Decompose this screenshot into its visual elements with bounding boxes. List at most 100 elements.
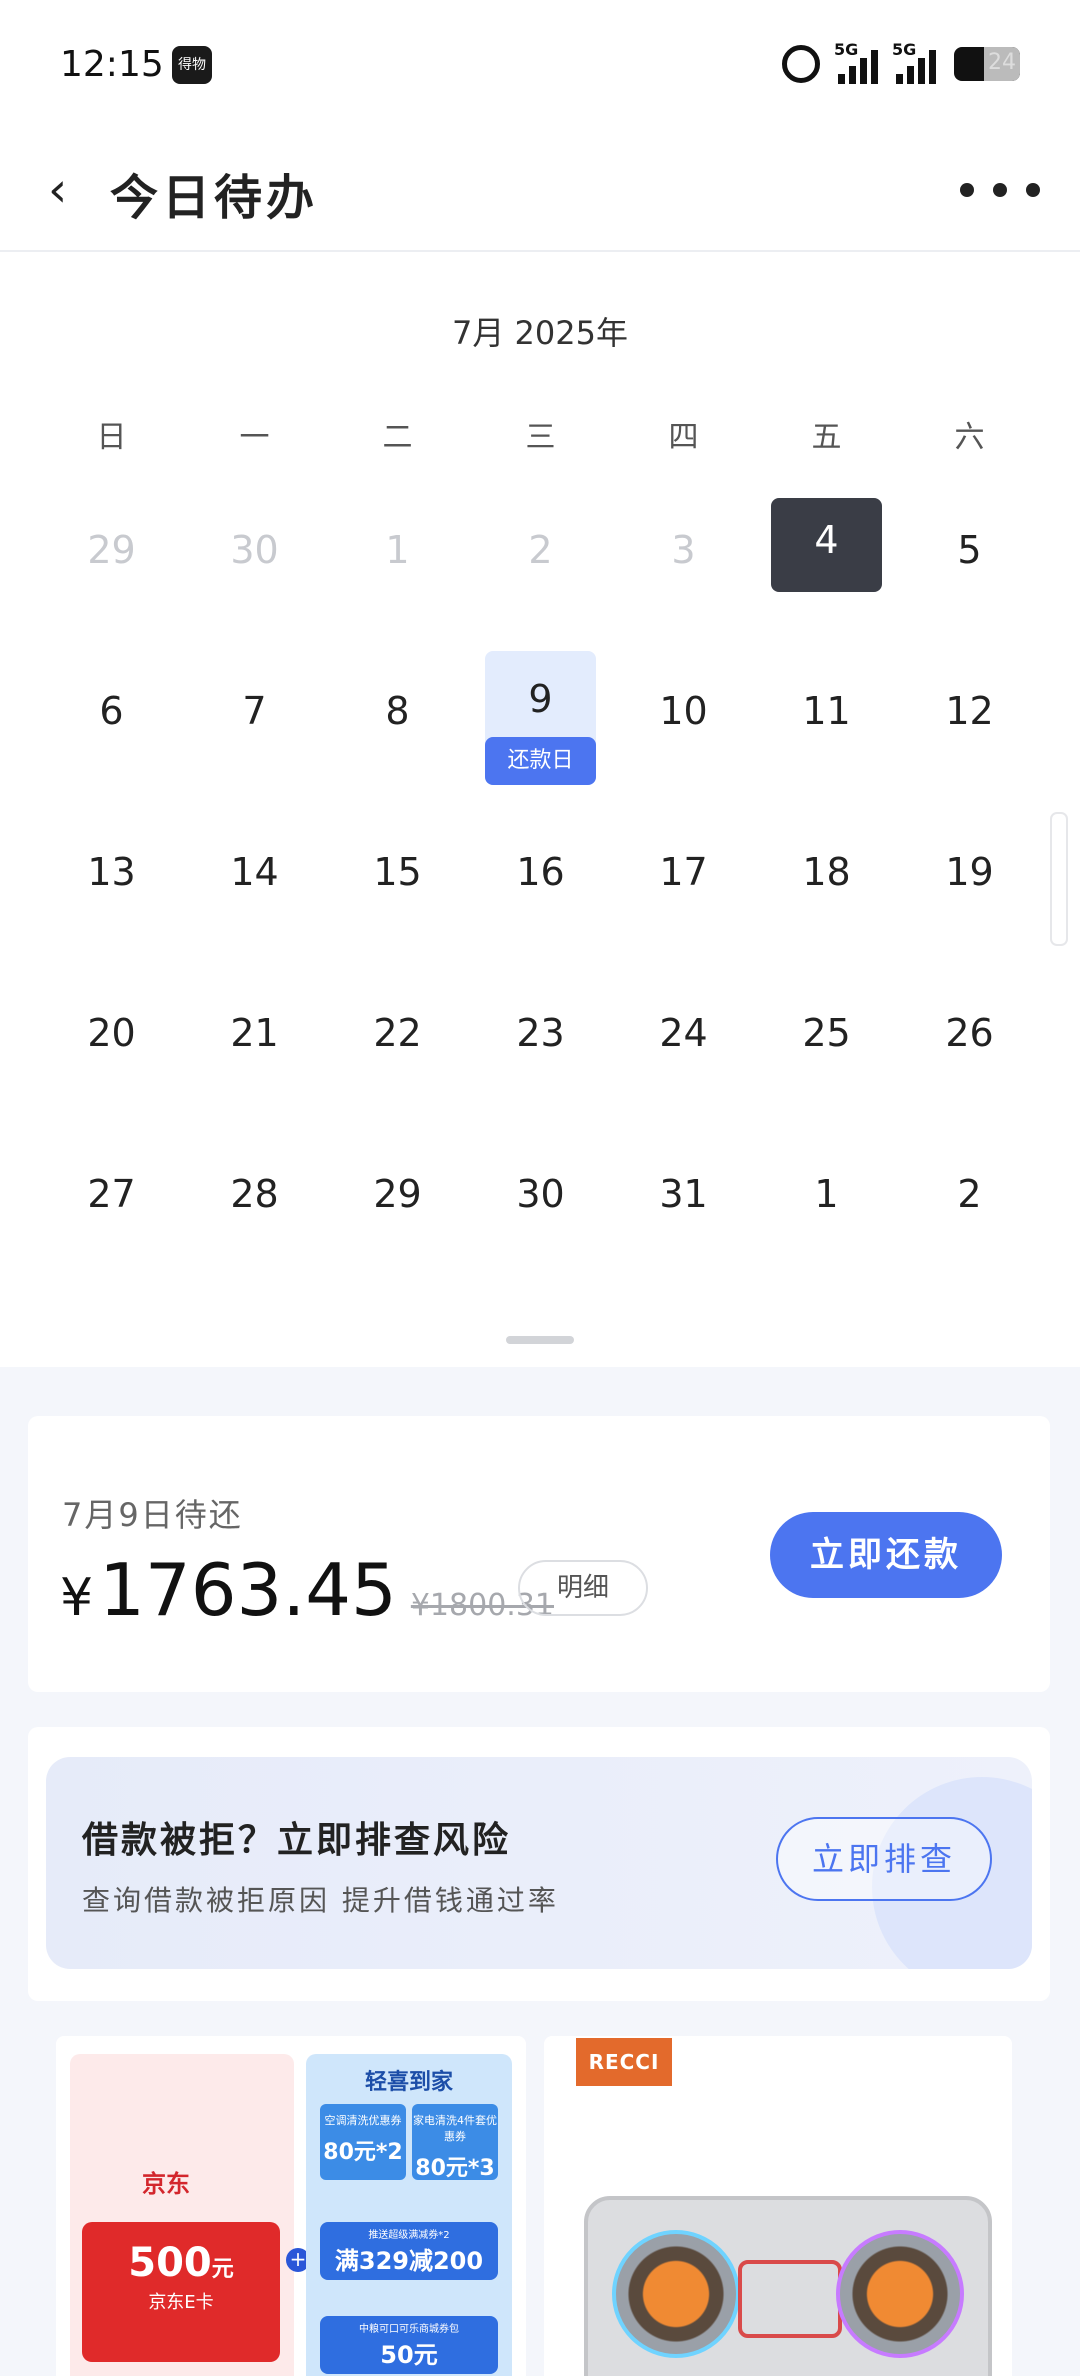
day-number: 7 <box>242 689 267 733</box>
calendar-day[interactable]: 13 <box>40 814 183 975</box>
calendar-day[interactable]: 22 <box>326 975 469 1136</box>
back-arrow-icon[interactable]: ‹ <box>48 162 88 218</box>
weekday-label: 四 <box>668 420 699 455</box>
calendar-day[interactable]: 23 <box>469 975 612 1136</box>
calendar-day[interactable]: 17 <box>612 814 755 975</box>
calendar-day[interactable]: 29 <box>40 492 183 653</box>
sheet-drag-handle[interactable] <box>506 1336 574 1344</box>
day-number: 8 <box>385 689 410 733</box>
day-number: 19 <box>945 850 994 894</box>
calendar-day[interactable]: 10 <box>612 653 755 814</box>
day-number: 24 <box>659 1011 708 1055</box>
calendar-day[interactable]: 7 <box>183 653 326 814</box>
calendar-day[interactable]: 27 <box>40 1136 183 1297</box>
calendar-day[interactable]: 8 <box>326 653 469 814</box>
day-number: 2 <box>528 528 553 572</box>
jd-gift-card: 500元 京东E卡 <box>82 2222 280 2362</box>
detail-button[interactable]: 明细 <box>518 1560 648 1616</box>
calendar-day[interactable]: 24 <box>612 975 755 1136</box>
coupon-value: 50元 <box>380 2341 438 2369</box>
calendar-day[interactable]: 15 <box>326 814 469 975</box>
calendar-day[interactable]: 31 <box>612 1136 755 1297</box>
day-number: 21 <box>230 1011 279 1055</box>
speaker-image <box>584 2196 992 2376</box>
day-number: 27 <box>87 1172 136 1216</box>
calendar-day[interactable]: 3 <box>612 492 755 653</box>
calendar-week-row: 20 21 22 23 24 25 26 <box>40 975 1043 1136</box>
calendar-week-row: 29 30 1 2 3 4 5 <box>40 492 1043 653</box>
calendar-day[interactable]: 11 <box>755 653 898 814</box>
calendar-day[interactable]: 12 <box>898 653 1041 814</box>
coupon-value: 80元*2 <box>323 2140 403 2165</box>
day-number: 13 <box>87 850 136 894</box>
calendar-day[interactable]: 5 <box>898 492 1041 653</box>
calendar: 7月 2025年 日 一 二 三 四 五 六 29 30 1 2 3 4 5 6 7 8 9 还款日 1… <box>0 252 1080 1367</box>
amount-value: 1763.45 <box>99 1548 397 1632</box>
day-number: 29 <box>373 1172 422 1216</box>
day-number: 2 <box>957 1172 982 1216</box>
calendar-day[interactable]: 30 <box>183 492 326 653</box>
battery-icon: 24 <box>954 47 1020 81</box>
gift-name: 京东E卡 <box>148 2292 214 2313</box>
check-now-button[interactable]: 立即排查 <box>776 1817 992 1901</box>
day-number: 30 <box>516 1172 565 1216</box>
calendar-day[interactable]: 26 <box>898 975 1041 1136</box>
calendar-day[interactable]: 6 <box>40 653 183 814</box>
due-amount: ¥ 1763.45 ¥1800.31 <box>60 1548 554 1632</box>
status-time: 12:15 <box>60 44 164 85</box>
calendar-day[interactable]: 9 还款日 <box>469 651 612 814</box>
qingxi-logo: 轻喜到家 <box>364 2070 453 2095</box>
calendar-day[interactable]: 2 <box>469 492 612 653</box>
calendar-day[interactable]: 4 <box>755 492 898 653</box>
currency-symbol: ¥ <box>60 1568 94 1628</box>
coupon-title: 中粮可口可乐商城券包 <box>359 2324 459 2335</box>
product-card-coupons[interactable]: 京东 500元 京东E卡 + 轻喜到家 空调清洗优惠券 80元*2 家电清洗4件… <box>56 2036 526 2376</box>
jd-logo: 京东 <box>142 2170 190 2198</box>
signal-icon: 5G <box>834 40 878 84</box>
coupon: 空调清洗优惠券 80元*2 <box>320 2104 406 2180</box>
coupon: 家电清洗4件套优惠券 80元*3 <box>412 2104 498 2181</box>
day-number: 5 <box>957 528 982 572</box>
day-number: 12 <box>945 689 994 733</box>
calendar-day[interactable]: 2 <box>898 1136 1041 1297</box>
calendar-day[interactable]: 18 <box>755 814 898 975</box>
calendar-day[interactable]: 16 <box>469 814 612 975</box>
scrollbar[interactable] <box>1050 812 1068 946</box>
repayment-due-card: 7月9日待还 ¥ 1763.45 ¥1800.31 明细 立即还款 <box>28 1416 1050 1692</box>
day-number: 30 <box>230 528 279 572</box>
day-number: 31 <box>659 1172 708 1216</box>
more-options-icon[interactable] <box>960 172 1040 208</box>
day-number: 15 <box>373 850 422 894</box>
calendar-day[interactable]: 1 <box>326 492 469 653</box>
speaker-decor <box>738 2260 842 2338</box>
calendar-day[interactable]: 19 <box>898 814 1041 975</box>
day-number: 4 <box>814 518 839 562</box>
battery-level: 24 <box>988 50 1016 75</box>
top-nav-bar: ‹ 今日待办 <box>0 130 1080 252</box>
day-number: 29 <box>87 528 136 572</box>
coupon: 中粮可口可乐商城券包 50元 <box>320 2316 498 2374</box>
status-icons: 5G 5G 24 <box>782 40 1020 86</box>
page-title: 今日待办 <box>110 170 319 226</box>
calendar-day[interactable]: 28 <box>183 1136 326 1297</box>
day-number: 9 <box>528 677 553 721</box>
coupon-title: 空调清洗优惠券 <box>324 2114 402 2127</box>
weekday-label: 三 <box>525 420 556 455</box>
calendar-day[interactable]: 20 <box>40 975 183 1136</box>
calendar-day[interactable]: 29 <box>326 1136 469 1297</box>
calendar-day[interactable]: 1 <box>755 1136 898 1297</box>
calendar-week-row: 6 7 8 9 还款日 10 11 12 <box>40 651 1043 814</box>
day-number: 1 <box>385 528 410 572</box>
calendar-day[interactable]: 21 <box>183 975 326 1136</box>
risk-banner[interactable]: 借款被拒？立即排查风险 查询借款被拒原因 提升借钱通过率 立即排查 <box>46 1757 1032 1969</box>
calendar-day[interactable]: 30 <box>469 1136 612 1297</box>
day-number: 14 <box>230 850 279 894</box>
due-date-label: 7月9日待还 <box>62 1496 243 1534</box>
calendar-day[interactable]: 25 <box>755 975 898 1136</box>
status-bar: 12:15 得物 5G 5G 24 <box>0 0 1080 130</box>
day-number: 26 <box>945 1011 994 1055</box>
calendar-day[interactable]: 14 <box>183 814 326 975</box>
product-card-speaker[interactable]: RECCI <box>544 2036 1012 2376</box>
day-number: 3 <box>671 528 696 572</box>
repay-now-button[interactable]: 立即还款 <box>770 1512 1002 1598</box>
